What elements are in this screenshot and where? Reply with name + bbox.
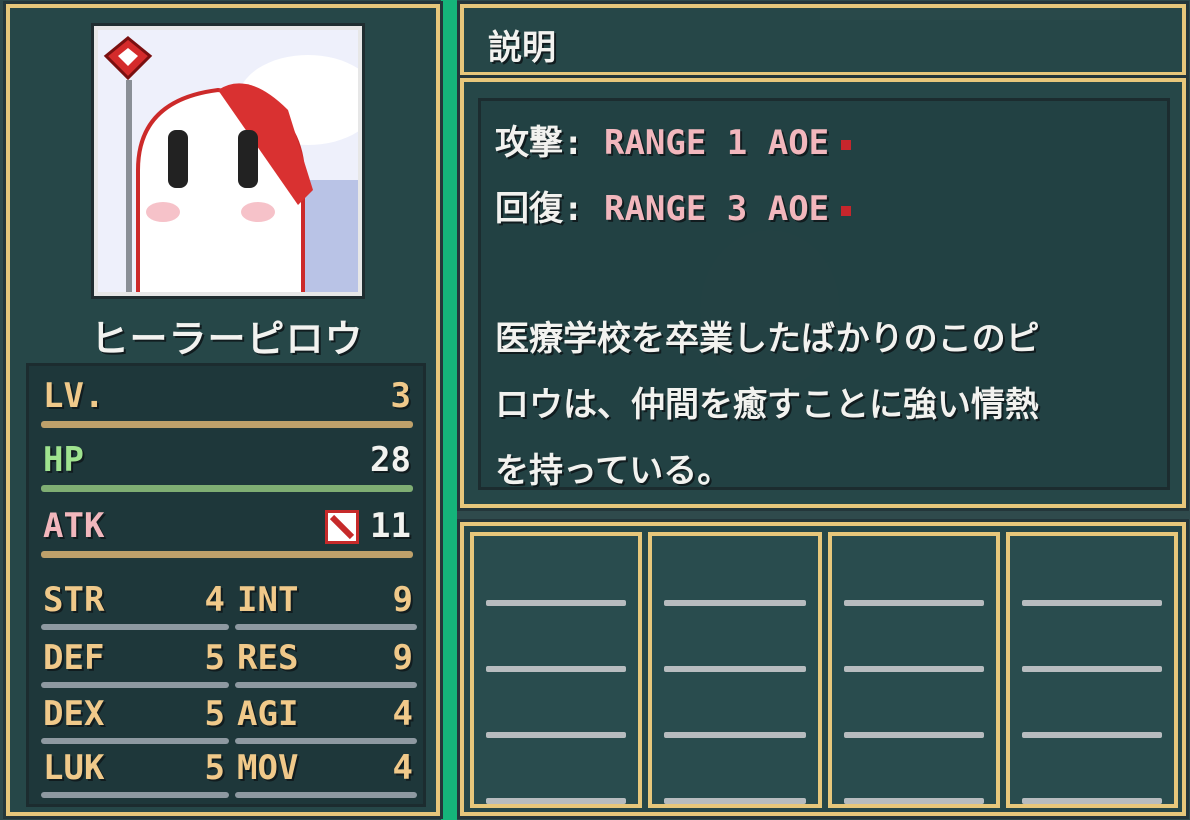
healer-pillow-icon <box>98 30 358 292</box>
lv-value: 3 <box>390 376 411 416</box>
stat-dex: DEX 5 <box>41 694 229 746</box>
stat-str: STR 4 <box>41 580 229 632</box>
attack-range-line: 攻撃: RANGE 1 AOE <box>495 115 852 164</box>
item-slot-column[interactable] <box>1006 532 1178 808</box>
stat-mov: MOV 4 <box>235 748 417 800</box>
hp-bar <box>41 485 413 492</box>
atk-row: ATK 11 <box>41 504 413 558</box>
heal-range-line: 回復: RANGE 3 AOE <box>495 181 852 230</box>
item-slot-column[interactable] <box>648 532 822 808</box>
hp-row: HP 28 <box>41 438 413 492</box>
attack-marker-icon <box>841 139 852 150</box>
stat-res: RES 9 <box>235 638 417 690</box>
atk-value: 11 <box>370 506 411 546</box>
description-header: 説明 <box>457 1 1189 79</box>
description-box: 攻撃: RANGE 1 AOE 回復: RANGE 3 AOE 医療学校を卒業し… <box>478 98 1170 491</box>
stats-box: LV. 3 HP 28 ATK 11 STR 4 INT 9 DEF 5 RES… <box>26 363 426 807</box>
item-slots-panel <box>457 519 1189 819</box>
stat-luk: LUK 5 <box>41 748 229 800</box>
stat-agi: AGI 4 <box>235 694 417 746</box>
heal-marker-icon <box>841 205 852 216</box>
lv-row: LV. 3 <box>41 374 413 428</box>
description-panel: 攻撃: RANGE 1 AOE 回復: RANGE 3 AOE 医療学校を卒業し… <box>457 75 1189 511</box>
flavor-text-line: 医療学校を卒業したばかりのこのピ <box>495 319 1040 359</box>
atk-bar <box>41 551 413 558</box>
lv-bar <box>41 421 413 428</box>
unit-portrait <box>91 23 365 299</box>
attack-label: 攻撃: <box>495 123 584 163</box>
flavor-text-line: ロウは、仲間を癒すことに強い情熱 <box>495 385 1039 425</box>
flavor-text-line: を持っている。 <box>495 451 732 491</box>
attack-range-value: RANGE 1 AOE <box>603 123 830 163</box>
atk-label: ATK <box>43 506 105 546</box>
item-slot-column[interactable] <box>470 532 642 808</box>
unit-name: ヒーラーピロウ <box>90 317 364 361</box>
heal-label: 回復: <box>495 189 584 229</box>
staff-weapon-icon <box>325 510 359 544</box>
unit-panel: ヒーラーピロウ LV. 3 HP 28 ATK 11 STR 4 INT 9 D… <box>3 1 443 819</box>
description-title: 説明 <box>488 28 556 68</box>
stat-def: DEF 5 <box>41 638 229 690</box>
green-divider <box>441 0 457 820</box>
lv-label: LV. <box>43 376 105 416</box>
hp-value: 28 <box>370 440 411 480</box>
hp-label: HP <box>43 440 84 480</box>
item-slot-column[interactable] <box>828 532 1000 808</box>
heal-range-value: RANGE 3 AOE <box>603 189 830 229</box>
stat-int: INT 9 <box>235 580 417 632</box>
